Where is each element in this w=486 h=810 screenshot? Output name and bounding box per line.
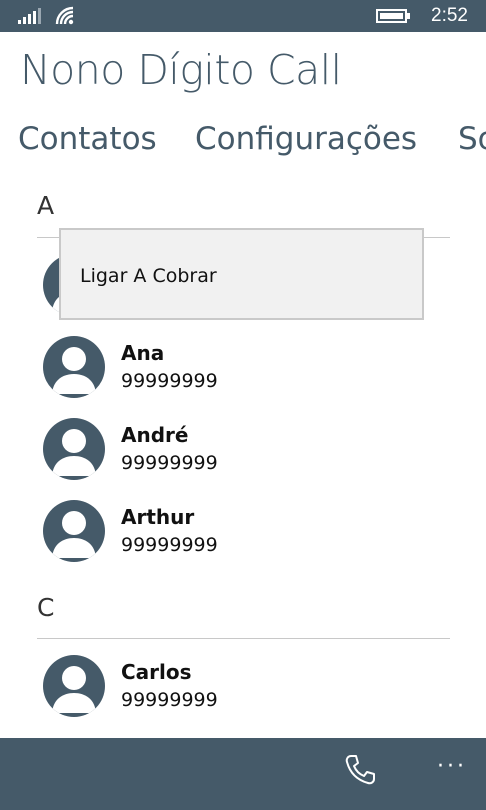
contact-phone: 99999999 <box>121 534 218 556</box>
context-menu: Ligar A Cobrar <box>59 228 424 320</box>
contact-name: André <box>121 423 189 447</box>
contact-row[interactable]: Arthur 99999999 <box>0 500 486 574</box>
battery-icon <box>376 9 410 23</box>
wifi-icon <box>55 6 74 25</box>
contact-phone: 99999999 <box>121 452 218 474</box>
contact-name: Carlos <box>121 660 192 684</box>
group-header-c[interactable]: C <box>37 592 54 624</box>
avatar <box>43 336 105 398</box>
status-time: 2:52 <box>431 5 468 26</box>
person-icon <box>52 429 96 476</box>
person-icon <box>52 511 96 558</box>
avatar <box>43 500 105 562</box>
tab-configuracoes[interactable]: Configurações <box>195 114 417 164</box>
tab-sobre[interactable]: So <box>458 114 486 164</box>
person-icon <box>52 347 96 394</box>
group-header-a[interactable]: A <box>37 190 54 222</box>
contact-name: Arthur <box>121 505 195 529</box>
pivot-header: Contatos Configurações So <box>0 114 486 164</box>
contact-phone: 99999999 <box>121 689 218 711</box>
phone-icon[interactable] <box>342 752 378 788</box>
person-icon <box>52 666 96 713</box>
contact-name: Ana <box>121 341 165 365</box>
contact-row[interactable]: André 99999999 <box>0 418 486 492</box>
avatar <box>43 655 105 717</box>
contact-phone: 99999999 <box>121 370 218 392</box>
status-bar: 2:52 <box>0 0 486 32</box>
tab-contatos[interactable]: Contatos <box>18 114 157 164</box>
more-button[interactable]: ··· <box>432 752 472 782</box>
app-title: Nono Dígito Call <box>20 46 342 94</box>
signal-icon <box>18 8 41 24</box>
group-divider <box>37 638 450 639</box>
contact-row[interactable]: Carlos 99999999 <box>0 655 486 729</box>
menu-item-ligar-a-cobrar[interactable]: Ligar A Cobrar <box>80 264 217 288</box>
avatar <box>43 418 105 480</box>
app-bar: ··· <box>0 738 486 810</box>
contact-row[interactable]: Ana 99999999 <box>0 336 486 410</box>
